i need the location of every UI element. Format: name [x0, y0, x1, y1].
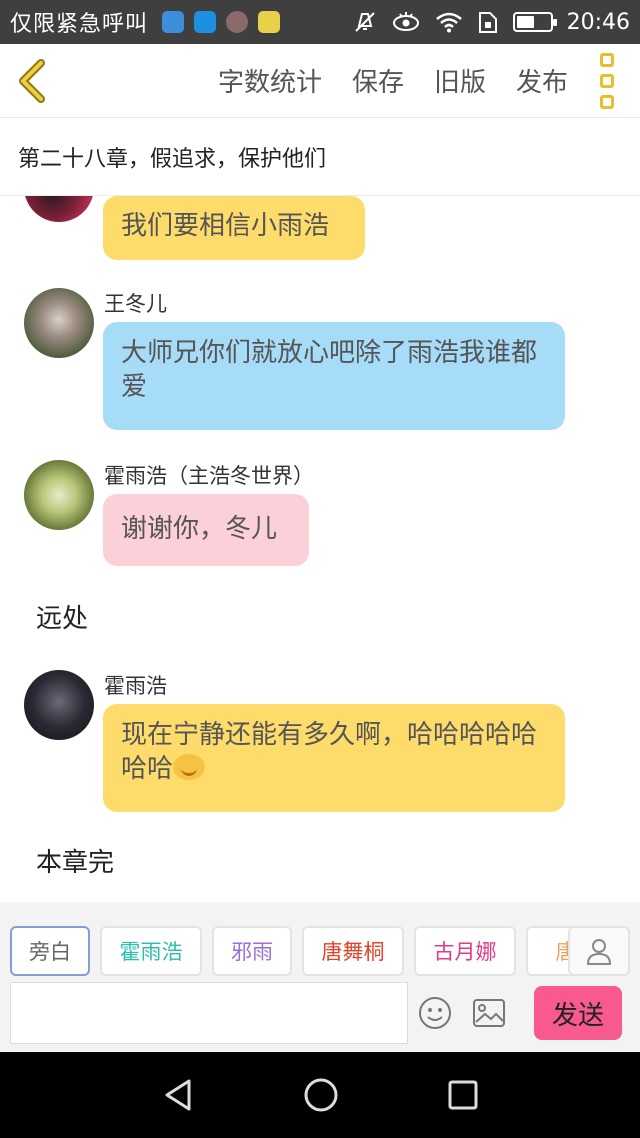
- back-button[interactable]: [0, 44, 64, 118]
- role-chip-gu-yuena[interactable]: 古月娜: [414, 926, 516, 976]
- chat-app-icon: [258, 11, 281, 33]
- message-text: 谢谢你，冬儿: [121, 514, 278, 544]
- recents-square-icon[interactable]: [447, 1079, 479, 1111]
- mute-icon: [354, 12, 375, 32]
- narration-text[interactable]: 本章完: [36, 842, 114, 879]
- chevron-left-icon: [19, 58, 45, 103]
- top-toolbar: 字数统计 保存 旧版 发布: [0, 44, 640, 118]
- speaker-name: 王冬儿: [104, 292, 167, 316]
- more-menu-button[interactable]: [592, 52, 622, 109]
- image-icon[interactable]: [472, 998, 506, 1028]
- chapter-title[interactable]: 第二十八章，假追求，保护他们: [0, 118, 640, 196]
- avatar[interactable]: [24, 460, 94, 530]
- add-role-button[interactable]: [568, 926, 630, 976]
- message-text: 大师兄你们就放心吧除了雨浩我谁都爱: [121, 338, 538, 402]
- menu-dot-icon: [600, 94, 614, 109]
- avatar[interactable]: [24, 196, 94, 222]
- status-bar: 仅限紧急呼叫 20:46: [0, 0, 640, 44]
- message-input-box[interactable]: [10, 982, 408, 1044]
- video-app-icon: [194, 11, 217, 33]
- home-circle-icon[interactable]: [303, 1077, 339, 1113]
- role-chip-huo-yuhao[interactable]: 霍雨浩: [100, 926, 202, 976]
- carrier-text: 仅限紧急呼叫: [10, 12, 149, 37]
- person-icon: [586, 939, 612, 965]
- publish-button[interactable]: 发布: [516, 62, 568, 99]
- message-bubble[interactable]: 我们要相信小雨浩: [103, 196, 365, 260]
- send-button[interactable]: 发送: [534, 986, 622, 1040]
- message-bubble[interactable]: 大师兄你们就放心吧除了雨浩我谁都爱: [103, 322, 565, 430]
- system-nav-bar: [0, 1052, 640, 1138]
- narration-text[interactable]: 远处: [36, 598, 88, 635]
- role-chip-xie-yu[interactable]: 邪雨: [212, 926, 292, 976]
- chat-area[interactable]: 我们要相信小雨浩 王冬儿 大师兄你们就放心吧除了雨浩我谁都爱 霍雨浩（主浩冬世界…: [0, 196, 640, 902]
- avatar-notification-icon: [226, 11, 249, 33]
- message-input[interactable]: [11, 983, 407, 1043]
- eye-icon: [392, 12, 419, 31]
- save-button[interactable]: 保存: [352, 62, 404, 99]
- wifi-icon: [435, 12, 462, 33]
- emoji-icon[interactable]: [418, 996, 452, 1030]
- message-bubble[interactable]: 谢谢你，冬儿: [103, 494, 309, 566]
- smile-emoji-icon: [173, 754, 206, 780]
- avatar[interactable]: [24, 670, 94, 740]
- notification-icons: [162, 11, 281, 33]
- menu-dot-icon: [600, 52, 614, 67]
- sim-icon: [478, 12, 497, 33]
- message-text: 我们要相信小雨浩: [121, 211, 330, 241]
- compose-panel: 旁白 霍雨浩 邪雨 唐舞桐 古月娜 唐 发送: [0, 902, 640, 1052]
- word-count-button[interactable]: 字数统计: [218, 62, 322, 99]
- speaker-name: 霍雨浩（主浩冬世界）: [104, 464, 314, 488]
- back-triangle-icon[interactable]: [161, 1077, 195, 1113]
- old-version-button[interactable]: 旧版: [434, 62, 486, 99]
- battery-icon: [512, 12, 557, 32]
- message-bubble[interactable]: 现在宁静还能有多久啊，哈哈哈哈哈哈哈: [103, 704, 565, 812]
- role-selector: 旁白 霍雨浩 邪雨 唐舞桐 古月娜 唐: [10, 926, 630, 976]
- clock: 20:46: [566, 9, 630, 35]
- role-chip-tang-wutong[interactable]: 唐舞桐: [302, 926, 404, 976]
- qq-browser-icon: [162, 11, 185, 33]
- speaker-name: 霍雨浩: [104, 674, 167, 698]
- avatar[interactable]: [24, 288, 94, 358]
- menu-dot-icon: [600, 73, 614, 88]
- role-chip-narrator[interactable]: 旁白: [10, 926, 90, 976]
